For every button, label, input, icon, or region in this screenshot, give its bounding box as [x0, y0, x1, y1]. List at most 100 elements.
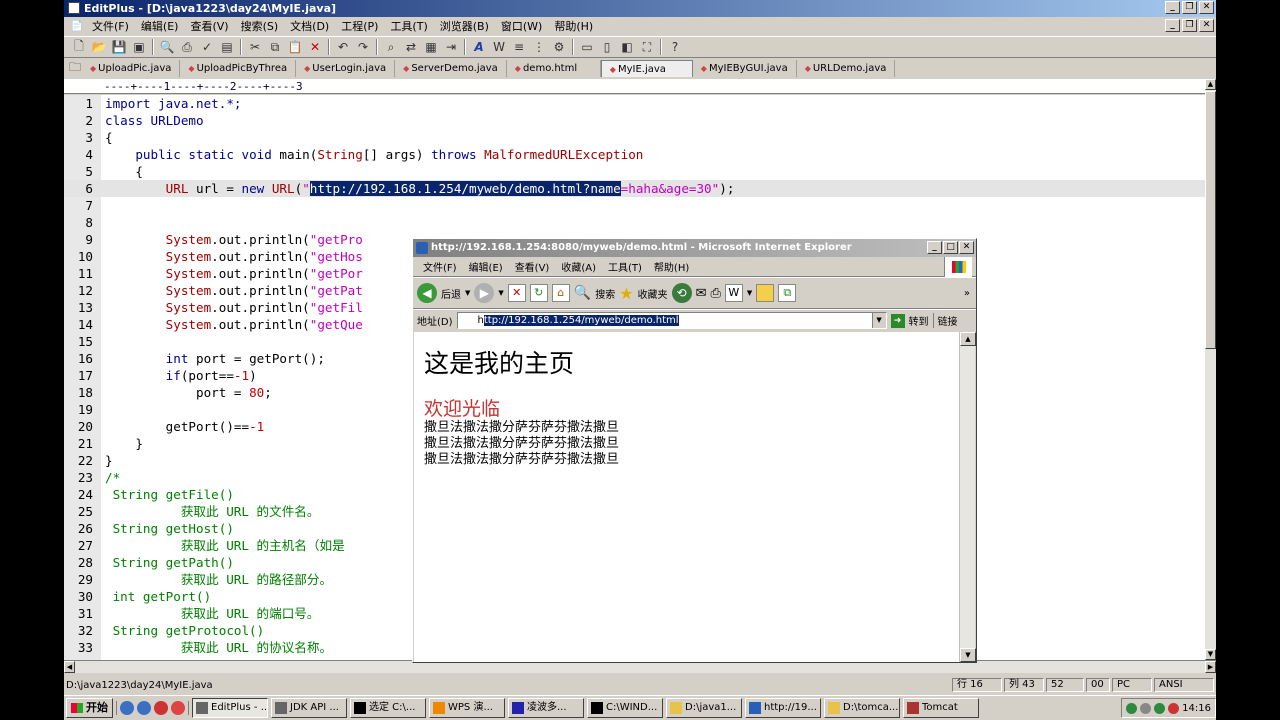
history-icon[interactable]: ⟲ [671, 283, 692, 303]
task-wps[interactable]: WPS 演... [429, 698, 505, 718]
ie-menu-view[interactable]: 查看(V) [509, 259, 556, 274]
doc-restore-button[interactable]: ❐ [1182, 19, 1197, 32]
font-icon[interactable]: A [470, 38, 488, 56]
task-cmd-windows[interactable]: C:\WIND... [587, 698, 663, 718]
doc-minimize-button[interactable]: _ [1165, 19, 1180, 32]
task-folder-java[interactable]: D:\java1... [666, 698, 742, 718]
print-icon[interactable]: ⎙ [178, 38, 196, 56]
minimize-button[interactable]: _ [1165, 1, 1180, 14]
quick-launch-icon[interactable] [154, 701, 168, 715]
window-tile-icon[interactable]: ▭ [578, 38, 596, 56]
ie-close-button[interactable]: ✕ [959, 241, 974, 254]
browser-icon[interactable]: ◧ [618, 38, 636, 56]
tab-uploadpicbythread[interactable]: ◆ UploadPicByThrea [180, 60, 297, 77]
home-icon[interactable]: ⌂ [551, 284, 570, 302]
favorites-button-label[interactable]: 收藏夹 [638, 286, 668, 301]
tray-icon[interactable] [1126, 702, 1138, 714]
stop-icon[interactable]: ✕ [507, 284, 526, 302]
favorites-star-icon[interactable]: ★ [619, 284, 633, 303]
window-cascade-icon[interactable]: ▯ [598, 38, 616, 56]
save-icon[interactable]: 💾 [110, 38, 128, 56]
folder-icon[interactable] [756, 284, 775, 302]
tray-icon[interactable] [1154, 702, 1166, 714]
restore-button[interactable]: ❐ [1182, 1, 1197, 14]
search-button-label[interactable]: 搜索 [595, 286, 615, 301]
edit-word-icon[interactable]: W [724, 284, 743, 302]
cut-icon[interactable]: ✂ [246, 38, 264, 56]
help-icon[interactable]: ? [666, 38, 684, 56]
word-wrap-icon[interactable]: W [490, 38, 508, 56]
find-icon[interactable]: ⌕ [382, 38, 400, 56]
dropdown-icon[interactable]: ▼ [465, 289, 470, 297]
redo-icon[interactable]: ↷ [354, 38, 372, 56]
open-folder-icon[interactable]: 📂 [90, 38, 108, 56]
back-arrow-icon[interactable]: ◀ [417, 283, 437, 303]
quick-launch-icon[interactable] [120, 701, 134, 715]
dropdown-icon[interactable]: ▼ [747, 289, 752, 297]
go-arrow-icon[interactable]: ➜ [890, 313, 905, 328]
task-cmd-selected[interactable]: 选定 C:\... [350, 698, 426, 718]
editor-vertical-scrollbar[interactable]: ▲ ▼ [1205, 79, 1216, 660]
dropdown-icon[interactable]: ▼ [498, 289, 503, 297]
menu-project[interactable]: 工程(P) [335, 18, 384, 34]
tab-demo-html[interactable]: ◆ demo.html [507, 60, 601, 77]
ie-icon[interactable] [137, 701, 151, 715]
task-lingbo[interactable]: 凌波多... [508, 698, 584, 718]
print-preview-icon[interactable]: 🔍 [158, 38, 176, 56]
go-button-label[interactable]: 转到 [909, 313, 929, 328]
undo-icon[interactable]: ↶ [334, 38, 352, 56]
scroll-up-arrow-icon[interactable]: ▲ [1205, 79, 1216, 90]
delete-icon[interactable]: ✕ [306, 38, 324, 56]
ie-maximize-button[interactable]: □ [943, 241, 958, 254]
tab-urldemo[interactable]: ◆ URLDemo.java [797, 60, 896, 77]
mail-icon[interactable]: ✉ [696, 286, 707, 301]
refresh-icon[interactable]: ↻ [529, 284, 548, 302]
menu-browser[interactable]: 浏览器(B) [434, 18, 495, 34]
menu-help[interactable]: 帮助(H) [548, 18, 599, 34]
tray-icon[interactable] [1168, 702, 1180, 714]
forward-arrow-icon[interactable]: ▶ [474, 283, 495, 303]
tray-icon[interactable] [1140, 702, 1152, 714]
back-button-label[interactable]: 后退 [441, 286, 461, 301]
ruler-icon[interactable]: ≡ [510, 38, 528, 56]
page-icon[interactable]: ▤ [218, 38, 236, 56]
line-number-icon[interactable]: ⋮ [530, 38, 548, 56]
replace-icon[interactable]: ⇄ [402, 38, 420, 56]
scroll-right-arrow-icon[interactable]: ▶ [1205, 661, 1216, 673]
task-folder-tomcat[interactable]: D:\tomca... [824, 698, 900, 718]
menu-search[interactable]: 搜索(S) [235, 18, 285, 34]
paste-icon[interactable]: 📋 [286, 38, 304, 56]
ie-menu-tools[interactable]: 工具(T) [602, 259, 648, 274]
messenger-icon[interactable]: ⧉ [778, 284, 797, 302]
new-file-icon[interactable]: 🗋 [70, 38, 88, 56]
settings-icon[interactable]: ⚙ [550, 38, 568, 56]
save-all-icon[interactable]: ▣ [130, 38, 148, 56]
print-icon[interactable]: ⎙ [710, 286, 720, 301]
search-icon[interactable]: 🔍 [574, 285, 591, 301]
scroll-thumb[interactable] [1205, 91, 1216, 349]
scroll-down-arrow-icon[interactable]: ▼ [960, 648, 976, 662]
find-files-icon[interactable]: ▦ [422, 38, 440, 56]
address-dropdown-icon[interactable]: ▼ [871, 313, 886, 328]
quick-launch-icon[interactable] [171, 701, 185, 715]
menu-view[interactable]: 查看(V) [184, 18, 234, 34]
ie-minimize-button[interactable]: _ [927, 241, 942, 254]
scroll-up-arrow-icon[interactable]: ▲ [960, 332, 976, 346]
task-tomcat[interactable]: Tomcat [903, 698, 979, 718]
task-jdk-api[interactable]: JDK API ... [271, 698, 347, 718]
tab-serverdemo[interactable]: ◆ ServerDemo.java [395, 60, 507, 77]
task-editplus[interactable]: EditPlus - ... [192, 698, 268, 718]
tab-myie[interactable]: ◆ MyIE.java [600, 60, 693, 77]
tab-uploadpic[interactable]: ◆ UploadPic.java [82, 60, 181, 77]
copy-icon[interactable]: ⧉ [266, 38, 284, 56]
scroll-down-arrow-icon[interactable]: ▼ [1205, 649, 1216, 660]
fullscreen-icon[interactable]: ⛶ [638, 38, 656, 56]
tab-myiebygui[interactable]: ◆ MyIEByGUI.java [693, 60, 797, 77]
ie-menu-favorites[interactable]: 收藏(A) [555, 259, 602, 274]
menu-edit[interactable]: 编辑(E) [135, 18, 185, 34]
ie-menu-file[interactable]: 文件(F) [417, 259, 463, 274]
start-button[interactable]: 开始 [66, 698, 113, 718]
address-input[interactable]: http://192.168.1.254/myweb/demo.html ▼ [456, 312, 887, 329]
menu-window[interactable]: 窗口(W) [495, 18, 548, 34]
tab-userlogin[interactable]: ◆ UserLogin.java [296, 60, 396, 77]
